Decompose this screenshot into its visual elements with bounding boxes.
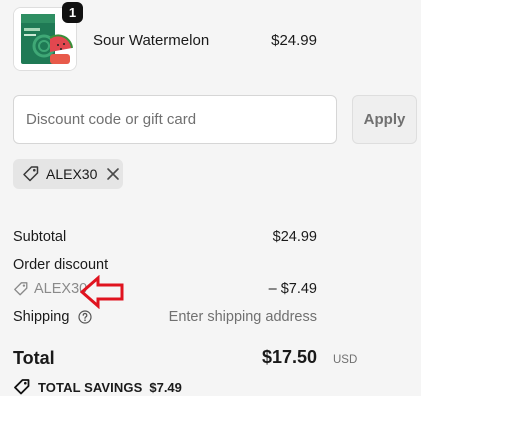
savings-label: TOTAL SAVINGS [38, 379, 143, 395]
product-price: $24.99 [271, 32, 317, 49]
order-discount-code-line: ALEX30 [13, 281, 87, 297]
total-savings: TOTAL SAVINGS $7.49 [13, 378, 182, 396]
shipping-label: Shipping [13, 309, 70, 325]
applied-discount-chip: ALEX30 [13, 159, 123, 189]
applied-discount-code: ALEX30 [46, 166, 98, 182]
shipping-row: Shipping [13, 309, 93, 325]
help-icon[interactable] [78, 310, 93, 324]
subtotal-value: $24.99 [272, 229, 317, 245]
quantity-badge: 1 [62, 2, 83, 23]
savings-value: $7.49 [149, 379, 182, 395]
product-name: Sour Watermelon [93, 32, 210, 49]
order-discount-label: Order discount [13, 257, 109, 273]
discount-code-input[interactable] [13, 95, 337, 144]
tag-icon [14, 282, 28, 296]
order-discount-value: – $7.49 [268, 281, 317, 297]
order-summary-panel: 1 Sour Watermelon $24.99 Apply ALEX30 Su… [0, 0, 421, 396]
currency-code: USD [333, 354, 358, 366]
tag-icon [14, 379, 30, 395]
total-label: Total [13, 348, 55, 368]
subtotal-label: Subtotal [13, 229, 67, 245]
close-icon[interactable] [106, 167, 120, 181]
total-value: $17.50 [261, 347, 317, 367]
tag-icon [23, 166, 39, 182]
annotation-arrow-icon [80, 275, 124, 309]
shipping-value: Enter shipping address [168, 309, 317, 325]
apply-discount-button[interactable]: Apply [352, 95, 417, 144]
